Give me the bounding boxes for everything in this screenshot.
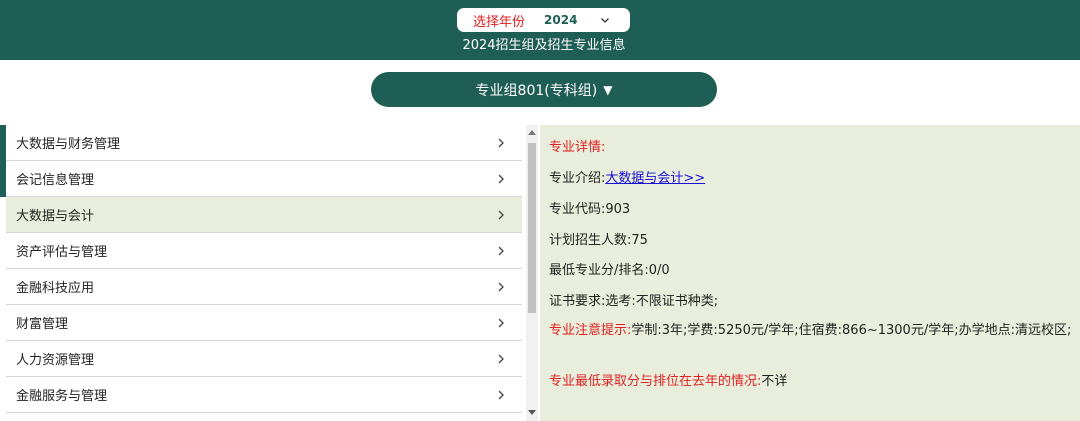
chevron-right-icon (498, 318, 504, 328)
list-item-label: 大数据与财务管理 (16, 137, 121, 152)
header-bar: 选择年份 2024 2024招生组及招生专业信息 (0, 0, 1080, 60)
scroll-thumb[interactable] (528, 143, 536, 313)
list-item[interactable]: 财富管理 (6, 305, 522, 341)
list-item[interactable]: 资产评估与管理 (6, 233, 522, 269)
last-year-value: 不详 (761, 374, 788, 389)
notice-text: 学制:3年;学费:5250元/学年;住宿费:866~1300元/学年;办学地点:… (631, 323, 1072, 338)
list-scrollbar[interactable] (526, 125, 538, 421)
list-item-label: 人力资源管理 (16, 353, 95, 368)
list-item[interactable]: 人力资源管理 (6, 341, 522, 377)
chevron-right-icon (498, 354, 504, 364)
detail-cert: 证书要求:选考:不限证书种类; (549, 294, 719, 309)
list-item[interactable]: 金融服务与管理 (6, 377, 522, 413)
group-select-label: 专业组801(专科组) (475, 82, 598, 99)
intro-link[interactable]: 大数据与会计>> (605, 171, 705, 186)
chevron-right-icon (498, 138, 504, 148)
list-item-selected[interactable]: 大数据与会计 (6, 197, 522, 233)
detail-heading: 专业详情: (549, 140, 606, 155)
last-year-label: 专业最低录取分与排位在去年的情况: (549, 374, 762, 389)
major-list: 大数据与财务管理 会记信息管理 大数据与会计 资产评估与管理 金融科技应用 财富… (6, 125, 522, 421)
detail-notice: 专业注意提示:学制:3年;学费:5250元/学年;住宿费:866~1300元/学… (549, 320, 1074, 341)
detail-intro: 专业介绍:大数据与会计>> (549, 167, 705, 186)
year-select[interactable]: 选择年份 2024 (457, 8, 630, 32)
chevron-down-icon (601, 18, 609, 23)
list-item[interactable]: 会记信息管理 (6, 161, 522, 197)
detail-plan: 计划招生人数:75 (549, 233, 648, 248)
list-item[interactable]: 大数据与财务管理 (6, 125, 522, 161)
list-item-label: 金融服务与管理 (16, 389, 108, 404)
year-select-value: 2024 (544, 13, 578, 27)
chevron-right-icon (498, 390, 504, 400)
chevron-right-icon (498, 210, 504, 220)
page-title: 2024招生组及招生专业信息 (462, 38, 626, 53)
list-item-label: 金融科技应用 (16, 281, 95, 296)
list-item[interactable]: 金融科技应用 (6, 269, 522, 305)
scroll-down-arrow-icon[interactable] (528, 410, 536, 415)
group-select-button[interactable]: 专业组801(专科组) ▼ (371, 72, 717, 107)
list-item-label: 财富管理 (16, 317, 69, 332)
detail-panel: 专业详情: 专业介绍:大数据与会计>> 专业代码:903 计划招生人数:75 最… (540, 125, 1080, 421)
detail-min-score: 最低专业分/排名:0/0 (549, 263, 670, 278)
detail-last-year: 专业最低录取分与排位在去年的情况:不详 (549, 370, 787, 389)
chevron-right-icon (498, 282, 504, 292)
list-item-label: 大数据与会计 (16, 209, 95, 224)
chevron-right-icon (498, 174, 504, 184)
detail-code: 专业代码:903 (549, 202, 631, 217)
intro-label: 专业介绍: (549, 171, 606, 186)
notice-label: 专业注意提示: (549, 323, 632, 338)
year-select-label: 选择年份 (473, 14, 526, 30)
list-item-label: 资产评估与管理 (16, 245, 108, 260)
triangle-down-icon: ▼ (603, 82, 613, 97)
scroll-up-arrow-icon[interactable] (528, 130, 536, 135)
chevron-right-icon (498, 246, 504, 256)
list-item-label: 会记信息管理 (16, 173, 95, 188)
